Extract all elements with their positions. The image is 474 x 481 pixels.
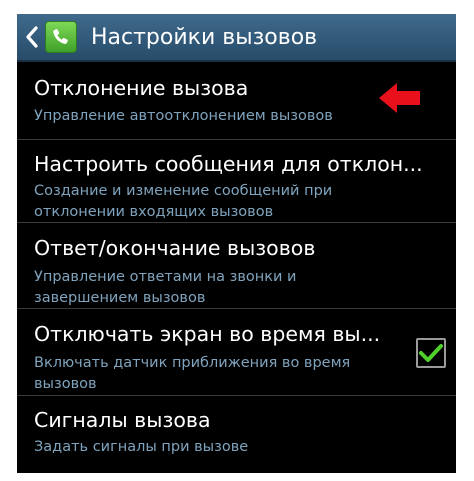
list-item-proximity-sensor[interactable]: Отключать экран во время вы... Включать … bbox=[17, 309, 456, 396]
list-item-answer-end-calls[interactable]: Ответ/окончание вызовов Управление ответ… bbox=[17, 223, 456, 309]
settings-list: Отклонение вызова Управление автоотклоне… bbox=[17, 62, 456, 473]
action-bar: Настройки вызовов bbox=[17, 14, 456, 62]
phone-app-icon[interactable] bbox=[45, 21, 77, 53]
chevron-left-icon bbox=[26, 26, 38, 48]
item-title: Ответ/окончание вызовов bbox=[34, 236, 316, 260]
back-button[interactable] bbox=[21, 14, 43, 61]
settings-screen: Настройки вызовов Отклонение вызова Упра… bbox=[17, 14, 456, 473]
item-subtitle: Управление автоотклонением вызовов bbox=[34, 108, 333, 124]
red-arrow-icon bbox=[379, 83, 420, 113]
item-title: Отклонение вызова bbox=[34, 76, 249, 100]
item-subtitle: Задать сигналы при вызове bbox=[34, 439, 249, 455]
item-title: Настроить сообщения для отклон... bbox=[34, 152, 423, 176]
item-subtitle: Управление ответами на звонки и завершен… bbox=[34, 269, 297, 306]
page-title: Настройки вызовов bbox=[91, 24, 318, 50]
list-item-call-alerts[interactable]: Сигналы вызова Задать сигналы при вызове bbox=[17, 396, 456, 473]
item-title: Сигналы вызова bbox=[34, 408, 211, 432]
phone-icon bbox=[53, 29, 68, 44]
proximity-checkbox[interactable] bbox=[416, 338, 446, 368]
item-subtitle: Создание и изменение сообщений при откло… bbox=[34, 183, 333, 220]
list-item-reject-messages[interactable]: Настроить сообщения для отклон... Создан… bbox=[17, 140, 456, 223]
item-subtitle: Включать датчик приближения во время выз… bbox=[34, 355, 351, 392]
item-title: Отключать экран во время вы... bbox=[34, 322, 381, 346]
checkmark-icon bbox=[419, 344, 443, 362]
